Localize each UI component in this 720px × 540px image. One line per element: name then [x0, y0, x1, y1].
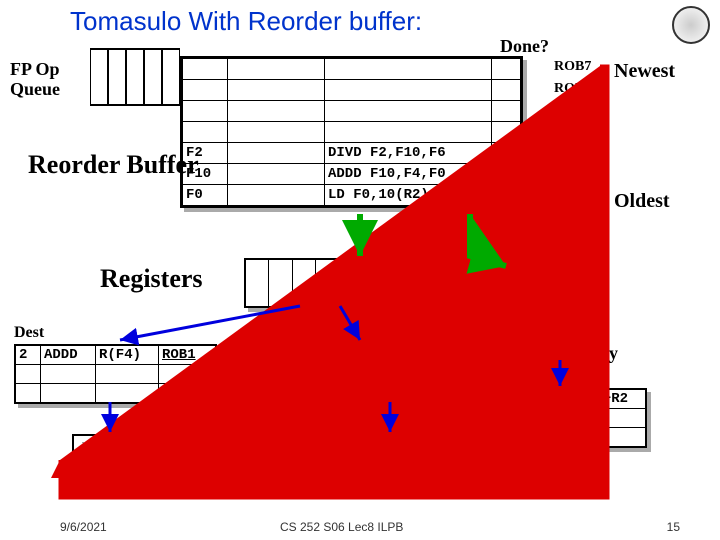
newest-label: Newest [614, 60, 675, 83]
to-memory-label: ToMemory [510, 268, 583, 308]
done-header: Done? [500, 36, 549, 57]
reservation-station-adders: 2 ADDD R(F4) ROB1 [14, 344, 217, 404]
dest-label-load: Dest [556, 368, 586, 386]
university-seal-icon [672, 6, 710, 44]
footer-course: CS 252 S06 Lec8 ILPB [280, 520, 403, 534]
load-buffer: 110+R2 [556, 388, 647, 448]
registers-box [244, 258, 434, 308]
fp-multipliers-unit: FP multipliers [344, 434, 455, 463]
page-title: Tomasulo With Reorder buffer: [70, 6, 422, 37]
fp-op-queue-label: FP OpQueue [10, 60, 60, 100]
reservation-stations-caption: ReservationStations [212, 400, 294, 432]
footer-page: 15 [667, 520, 680, 534]
oldest-label: Oldest [614, 190, 670, 213]
reorder-buffer-table: F2DIVD F2,F10,F6N F10ADDD F10,F4,F0N F0L… [180, 56, 523, 208]
dest-label-adders: Dest [14, 324, 44, 342]
reservation-station-multipliers: 3 DIVD ROB2 R(F6) [274, 344, 477, 404]
footer-date: 9/6/2021 [60, 520, 107, 534]
reorder-buffer-title: Reorder Buffer [28, 150, 199, 180]
registers-title: Registers [100, 264, 203, 294]
fp-op-queue-box [90, 48, 180, 106]
rob-entry-labels: ROB7 ROB6 ROB5 ROB4 ROB3 ROB2 ROB1 [554, 56, 591, 210]
fp-adders-unit: FP adders [72, 434, 157, 463]
dest-label-mults: Dest [274, 324, 304, 342]
from-memory-label: fromMemory [552, 326, 618, 362]
